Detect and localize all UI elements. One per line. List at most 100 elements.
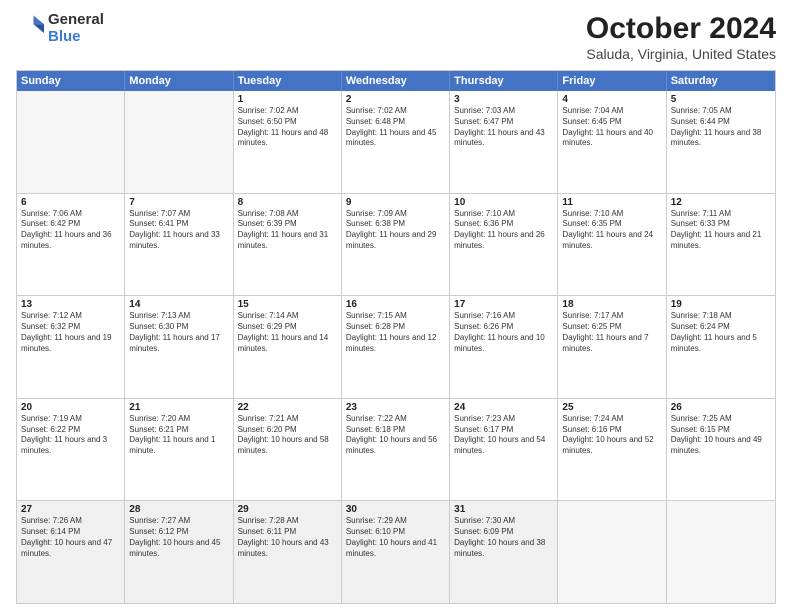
- calendar-cell: 25Sunrise: 7:24 AM Sunset: 6:16 PM Dayli…: [558, 399, 666, 501]
- calendar-cell: [667, 501, 775, 603]
- day-number: 16: [346, 299, 445, 310]
- day-number: 15: [238, 299, 337, 310]
- calendar-cell: 10Sunrise: 7:10 AM Sunset: 6:36 PM Dayli…: [450, 194, 558, 296]
- calendar-cell: 4Sunrise: 7:04 AM Sunset: 6:45 PM Daylig…: [558, 91, 666, 193]
- calendar-week-3: 20Sunrise: 7:19 AM Sunset: 6:22 PM Dayli…: [17, 398, 775, 501]
- day-number: 23: [346, 402, 445, 413]
- logo: General Blue: [16, 12, 104, 45]
- calendar-week-1: 6Sunrise: 7:06 AM Sunset: 6:42 PM Daylig…: [17, 193, 775, 296]
- cell-info: Sunrise: 7:15 AM Sunset: 6:28 PM Dayligh…: [346, 311, 445, 354]
- day-number: 14: [129, 299, 228, 310]
- cell-info: Sunrise: 7:03 AM Sunset: 6:47 PM Dayligh…: [454, 106, 553, 149]
- day-number: 22: [238, 402, 337, 413]
- calendar-cell: 28Sunrise: 7:27 AM Sunset: 6:12 PM Dayli…: [125, 501, 233, 603]
- cell-info: Sunrise: 7:18 AM Sunset: 6:24 PM Dayligh…: [671, 311, 771, 354]
- cell-info: Sunrise: 7:29 AM Sunset: 6:10 PM Dayligh…: [346, 516, 445, 559]
- header-day-saturday: Saturday: [667, 71, 775, 91]
- title-block: October 2024 Saluda, Virginia, United St…: [586, 12, 776, 62]
- calendar-week-4: 27Sunrise: 7:26 AM Sunset: 6:14 PM Dayli…: [17, 500, 775, 603]
- calendar-cell: 19Sunrise: 7:18 AM Sunset: 6:24 PM Dayli…: [667, 296, 775, 398]
- cell-info: Sunrise: 7:02 AM Sunset: 6:50 PM Dayligh…: [238, 106, 337, 149]
- header-day-tuesday: Tuesday: [234, 71, 342, 91]
- calendar-cell: 17Sunrise: 7:16 AM Sunset: 6:26 PM Dayli…: [450, 296, 558, 398]
- day-number: 28: [129, 504, 228, 515]
- calendar-cell: 22Sunrise: 7:21 AM Sunset: 6:20 PM Dayli…: [234, 399, 342, 501]
- day-number: 8: [238, 197, 337, 208]
- cell-info: Sunrise: 7:09 AM Sunset: 6:38 PM Dayligh…: [346, 209, 445, 252]
- cell-info: Sunrise: 7:12 AM Sunset: 6:32 PM Dayligh…: [21, 311, 120, 354]
- calendar-cell: 9Sunrise: 7:09 AM Sunset: 6:38 PM Daylig…: [342, 194, 450, 296]
- cell-info: Sunrise: 7:28 AM Sunset: 6:11 PM Dayligh…: [238, 516, 337, 559]
- logo-icon: [16, 12, 44, 40]
- day-number: 3: [454, 94, 553, 105]
- calendar-cell: 29Sunrise: 7:28 AM Sunset: 6:11 PM Dayli…: [234, 501, 342, 603]
- cell-info: Sunrise: 7:05 AM Sunset: 6:44 PM Dayligh…: [671, 106, 771, 149]
- day-number: 31: [454, 504, 553, 515]
- calendar-body: 1Sunrise: 7:02 AM Sunset: 6:50 PM Daylig…: [17, 91, 775, 603]
- calendar-cell: 8Sunrise: 7:08 AM Sunset: 6:39 PM Daylig…: [234, 194, 342, 296]
- calendar-cell: 7Sunrise: 7:07 AM Sunset: 6:41 PM Daylig…: [125, 194, 233, 296]
- cell-info: Sunrise: 7:27 AM Sunset: 6:12 PM Dayligh…: [129, 516, 228, 559]
- calendar-cell: 21Sunrise: 7:20 AM Sunset: 6:21 PM Dayli…: [125, 399, 233, 501]
- cell-info: Sunrise: 7:14 AM Sunset: 6:29 PM Dayligh…: [238, 311, 337, 354]
- calendar-cell: 6Sunrise: 7:06 AM Sunset: 6:42 PM Daylig…: [17, 194, 125, 296]
- cell-info: Sunrise: 7:24 AM Sunset: 6:16 PM Dayligh…: [562, 414, 661, 457]
- calendar-week-0: 1Sunrise: 7:02 AM Sunset: 6:50 PM Daylig…: [17, 91, 775, 193]
- calendar-cell: 13Sunrise: 7:12 AM Sunset: 6:32 PM Dayli…: [17, 296, 125, 398]
- calendar-cell: 20Sunrise: 7:19 AM Sunset: 6:22 PM Dayli…: [17, 399, 125, 501]
- day-number: 30: [346, 504, 445, 515]
- day-number: 5: [671, 94, 771, 105]
- logo-text: General Blue: [48, 12, 104, 45]
- calendar-cell: 12Sunrise: 7:11 AM Sunset: 6:33 PM Dayli…: [667, 194, 775, 296]
- cell-info: Sunrise: 7:21 AM Sunset: 6:20 PM Dayligh…: [238, 414, 337, 457]
- day-number: 20: [21, 402, 120, 413]
- header-day-wednesday: Wednesday: [342, 71, 450, 91]
- cell-info: Sunrise: 7:20 AM Sunset: 6:21 PM Dayligh…: [129, 414, 228, 457]
- day-number: 24: [454, 402, 553, 413]
- calendar-week-2: 13Sunrise: 7:12 AM Sunset: 6:32 PM Dayli…: [17, 295, 775, 398]
- logo-general: General: [48, 12, 104, 29]
- calendar-cell: 26Sunrise: 7:25 AM Sunset: 6:15 PM Dayli…: [667, 399, 775, 501]
- day-number: 13: [21, 299, 120, 310]
- calendar: SundayMondayTuesdayWednesdayThursdayFrid…: [16, 70, 776, 604]
- cell-info: Sunrise: 7:02 AM Sunset: 6:48 PM Dayligh…: [346, 106, 445, 149]
- day-number: 27: [21, 504, 120, 515]
- day-number: 21: [129, 402, 228, 413]
- calendar-cell: 18Sunrise: 7:17 AM Sunset: 6:25 PM Dayli…: [558, 296, 666, 398]
- cell-info: Sunrise: 7:30 AM Sunset: 6:09 PM Dayligh…: [454, 516, 553, 559]
- calendar-cell: [125, 91, 233, 193]
- day-number: 25: [562, 402, 661, 413]
- calendar-cell: 3Sunrise: 7:03 AM Sunset: 6:47 PM Daylig…: [450, 91, 558, 193]
- calendar-cell: 2Sunrise: 7:02 AM Sunset: 6:48 PM Daylig…: [342, 91, 450, 193]
- calendar-cell: 23Sunrise: 7:22 AM Sunset: 6:18 PM Dayli…: [342, 399, 450, 501]
- day-number: 4: [562, 94, 661, 105]
- logo-blue: Blue: [48, 29, 104, 46]
- day-number: 26: [671, 402, 771, 413]
- day-number: 29: [238, 504, 337, 515]
- calendar-cell: 30Sunrise: 7:29 AM Sunset: 6:10 PM Dayli…: [342, 501, 450, 603]
- cell-info: Sunrise: 7:07 AM Sunset: 6:41 PM Dayligh…: [129, 209, 228, 252]
- title-month: October 2024: [586, 12, 776, 46]
- calendar-cell: 1Sunrise: 7:02 AM Sunset: 6:50 PM Daylig…: [234, 91, 342, 193]
- calendar-cell: 11Sunrise: 7:10 AM Sunset: 6:35 PM Dayli…: [558, 194, 666, 296]
- calendar-cell: [558, 501, 666, 603]
- cell-info: Sunrise: 7:22 AM Sunset: 6:18 PM Dayligh…: [346, 414, 445, 457]
- cell-info: Sunrise: 7:19 AM Sunset: 6:22 PM Dayligh…: [21, 414, 120, 457]
- header-day-friday: Friday: [558, 71, 666, 91]
- cell-info: Sunrise: 7:04 AM Sunset: 6:45 PM Dayligh…: [562, 106, 661, 149]
- calendar-cell: 5Sunrise: 7:05 AM Sunset: 6:44 PM Daylig…: [667, 91, 775, 193]
- cell-info: Sunrise: 7:10 AM Sunset: 6:36 PM Dayligh…: [454, 209, 553, 252]
- header-day-monday: Monday: [125, 71, 233, 91]
- day-number: 2: [346, 94, 445, 105]
- day-number: 19: [671, 299, 771, 310]
- calendar-cell: 14Sunrise: 7:13 AM Sunset: 6:30 PM Dayli…: [125, 296, 233, 398]
- header-day-thursday: Thursday: [450, 71, 558, 91]
- cell-info: Sunrise: 7:25 AM Sunset: 6:15 PM Dayligh…: [671, 414, 771, 457]
- day-number: 1: [238, 94, 337, 105]
- day-number: 11: [562, 197, 661, 208]
- header-day-sunday: Sunday: [17, 71, 125, 91]
- calendar-cell: 31Sunrise: 7:30 AM Sunset: 6:09 PM Dayli…: [450, 501, 558, 603]
- cell-info: Sunrise: 7:26 AM Sunset: 6:14 PM Dayligh…: [21, 516, 120, 559]
- day-number: 9: [346, 197, 445, 208]
- calendar-cell: 15Sunrise: 7:14 AM Sunset: 6:29 PM Dayli…: [234, 296, 342, 398]
